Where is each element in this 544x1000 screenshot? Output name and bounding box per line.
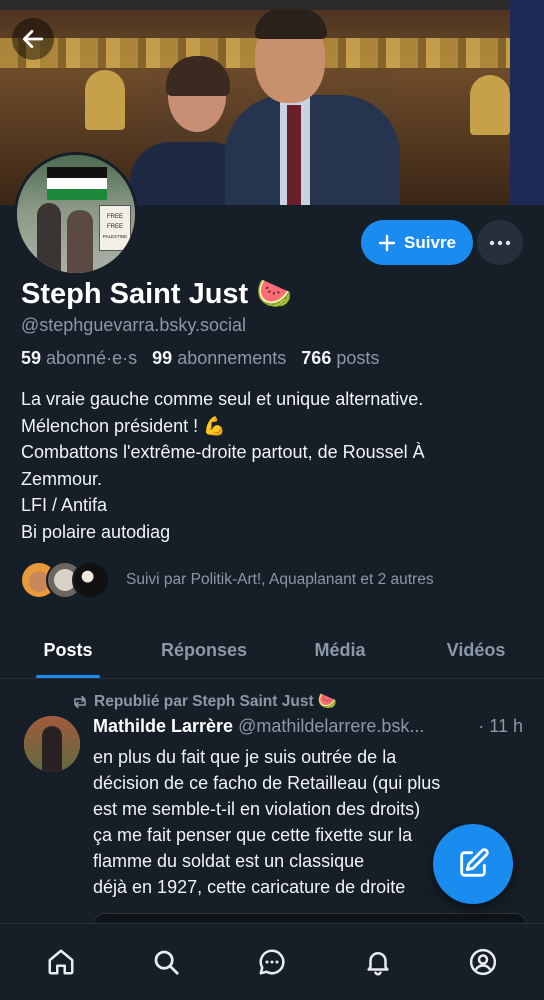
svg-text:FREE: FREE [107,214,123,220]
bio-line: La vraie gauche comme seul et unique alt… [21,389,424,409]
tab-videos[interactable]: Vidéos [408,622,544,678]
post-header: Mathilde Larrère @mathildelarrere.bsk...… [93,716,525,737]
tab-replies[interactable]: Réponses [136,622,272,678]
home-icon [48,949,74,975]
display-name: Steph Saint Just 🍉 [21,278,293,310]
bell-icon [366,952,389,976]
profile-icon [470,948,497,976]
post-author-avatar[interactable] [24,716,80,772]
chat-icon [259,949,285,975]
repost-icon [74,695,86,708]
back-button[interactable] [12,18,54,60]
nav-profile[interactable] [453,932,513,992]
search-icon [155,950,180,975]
profile-handle: @stephguevarra.bsky.social [21,315,247,335]
post-author-handle[interactable]: @mathildelarrere.bsk... [238,716,424,736]
avatar-flag [47,167,107,201]
avatar-sign: FREE FREE PALESTINE [99,205,131,251]
post-line: en plus du fait que je suis outrée de la [93,747,397,767]
post-line: décision de ce facho de Retailleau (qui … [93,773,441,793]
bio-line: LFI / Antifa [21,495,108,515]
bio-line: Mélenchon président ! 💪 [21,415,226,436]
banner-statue-right [470,75,510,135]
follow-button[interactable]: Suivre [361,220,473,265]
more-horizontal-icon [489,240,511,245]
plus-icon [378,234,396,251]
posts-stat: 766 posts [301,348,380,368]
more-options-button[interactable] [477,220,523,265]
arrow-left-icon [22,30,44,48]
repost-indicator[interactable]: Republié par Steph Saint Just 🍉 [72,692,337,711]
nav-notifications[interactable] [348,932,408,992]
followers-stat[interactable]: 59 abonné·e·s [21,348,137,368]
compose-button[interactable] [433,824,513,904]
banner-flag [510,0,544,205]
followed-by-text: Suivi par Politik-Art!, Aquaplanant et 2… [126,571,434,588]
repost-label: Republié par Steph Saint Just 🍉 [94,693,338,710]
followed-by-row[interactable]: Suivi par Politik-Art!, Aquaplanant et 2… [20,561,434,599]
profile-bio: La vraie gauche comme seul et unique alt… [21,386,526,545]
avatar-sign-text: FREE FREE PALESTINE [103,214,127,239]
profile-stats: 59 abonné·e·s 99 abonnements 766 posts [21,348,379,369]
follow-button-label: Suivre [404,232,456,252]
follower-avatar [72,561,110,599]
profile-tabs: Posts Réponses Média Vidéos [0,622,544,679]
post-author-name[interactable]: Mathilde Larrère [93,716,233,736]
compose-icon [460,848,489,877]
bio-line: Zemmour. [21,468,103,489]
banner-person-right [225,5,400,205]
bottom-nav [0,923,544,1000]
nav-messages[interactable] [242,932,302,992]
nav-search[interactable] [136,932,196,992]
profile-avatar[interactable]: FREE FREE PALESTINE [14,152,138,276]
svg-text:PALESTINE: PALESTINE [103,234,127,239]
bio-line: Combattons l'extrême-droite partout, de … [21,442,425,462]
post-line: est me semble-t-il en violation des droi… [93,799,421,819]
nav-home[interactable] [31,932,91,992]
bio-line: Bi polaire autodiag [21,521,171,542]
banner-statue-left [85,70,125,130]
following-stat[interactable]: 99 abonnements [152,348,286,368]
post-timestamp[interactable]: · 11 h [474,716,523,737]
svg-text:FREE: FREE [107,224,123,230]
tab-posts[interactable]: Posts [0,622,136,678]
tab-media[interactable]: Média [272,622,408,678]
